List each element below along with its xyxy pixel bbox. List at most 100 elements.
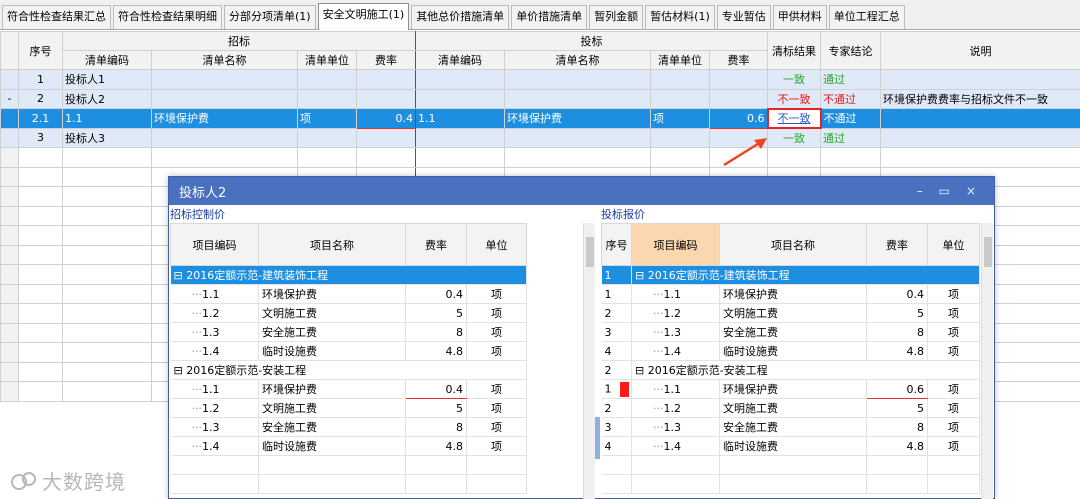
tab-7[interactable]: 暂估材料(1) bbox=[645, 5, 715, 29]
item-row[interactable]: 2 ···1.2 文明施工费 5 项 bbox=[601, 303, 980, 323]
item-row[interactable]: ···1.1 环境保护费 0.4 项 bbox=[170, 284, 527, 304]
item-name[interactable]: 安全施工费 bbox=[719, 322, 867, 342]
group-name[interactable]: ⊟ 2016定额示范-建筑装饰工程 bbox=[631, 265, 980, 285]
item-code[interactable]: ···1.1 bbox=[170, 284, 259, 304]
item-code[interactable]: ···1.3 bbox=[631, 322, 720, 342]
item-unit[interactable]: 项 bbox=[466, 398, 527, 418]
grid-corner[interactable] bbox=[0, 31, 19, 70]
item-row[interactable]: 4 ···1.4 临时设施费 4.8 项 bbox=[601, 436, 980, 456]
item-rate[interactable]: 8 bbox=[866, 417, 928, 437]
item-rate[interactable]: 0.4 bbox=[405, 379, 467, 399]
bid-rate-cell[interactable] bbox=[709, 88, 768, 109]
item-row[interactable]: ···1.4 临时设施费 4.8 项 bbox=[170, 436, 527, 456]
item-rate[interactable]: 5 bbox=[405, 303, 467, 323]
bid-unit-cell[interactable] bbox=[650, 127, 710, 148]
expert-conclusion[interactable]: 通过 bbox=[820, 127, 881, 148]
item-rate[interactable]: 4.8 bbox=[866, 341, 928, 361]
grid-row[interactable]: 3 投标人3 一致 通过 bbox=[0, 127, 1080, 148]
item-rate[interactable]: 4.8 bbox=[866, 436, 928, 456]
item-unit[interactable]: 项 bbox=[927, 436, 980, 456]
item-rate[interactable]: 5 bbox=[405, 398, 467, 418]
item-row[interactable]: ···1.2 文明施工费 5 项 bbox=[170, 398, 527, 418]
tender-unit-cell[interactable]: 项 bbox=[297, 108, 357, 129]
item-code[interactable]: ···1.1 bbox=[631, 284, 720, 304]
item-code[interactable]: ···1.4 bbox=[631, 341, 720, 361]
note-cell[interactable] bbox=[880, 108, 1080, 129]
tender-unit-cell[interactable] bbox=[297, 69, 357, 90]
item-code[interactable]: ···1.3 bbox=[631, 417, 720, 437]
item-unit[interactable]: 项 bbox=[927, 341, 980, 361]
item-name[interactable]: 安全施工费 bbox=[258, 417, 406, 437]
item-unit[interactable]: 项 bbox=[466, 303, 527, 323]
item-row[interactable]: 3 ···1.3 安全施工费 8 项 bbox=[601, 417, 980, 437]
item-name[interactable]: 临时设施费 bbox=[258, 436, 406, 456]
item-rate[interactable]: 4.8 bbox=[405, 341, 467, 361]
item-row[interactable]: 3 ···1.3 安全施工费 8 项 bbox=[601, 322, 980, 342]
tender-code-cell[interactable]: 1.1 bbox=[62, 108, 152, 129]
tab-1[interactable]: 符合性检查结果明细 bbox=[113, 5, 222, 29]
group-name[interactable]: ⊟ 2016定额示范-安装工程 bbox=[170, 360, 527, 380]
result-link[interactable]: 不一致 bbox=[767, 88, 821, 109]
item-rate[interactable]: 0.4 bbox=[866, 284, 928, 304]
tender-name-cell[interactable]: 环境保护费 bbox=[151, 108, 298, 129]
tab-3[interactable]: 安全文明施工(1) bbox=[317, 3, 410, 30]
row-expander[interactable] bbox=[0, 127, 19, 148]
grid-row[interactable]: 2.1 1.1 环境保护费项 0.4 1.1 环境保护费项 0.6 不一致 不通过 bbox=[0, 107, 1080, 129]
tab-10[interactable]: 单位工程汇总 bbox=[828, 5, 905, 29]
row-expander[interactable] bbox=[0, 69, 19, 90]
item-row[interactable]: 1 ···1.1 环境保护费 0.4 项 bbox=[601, 284, 980, 304]
item-code[interactable]: ···1.2 bbox=[631, 303, 720, 323]
item-rate[interactable]: 5 bbox=[866, 303, 928, 323]
dialog-title-bar[interactable]: 投标人2 – ▭ × bbox=[169, 177, 994, 205]
expert-conclusion[interactable]: 通过 bbox=[820, 69, 881, 90]
group-row[interactable]: 1 ⊟ 2016定额示范-建筑装饰工程 bbox=[601, 265, 980, 285]
item-unit[interactable]: 项 bbox=[466, 284, 527, 304]
bid-name-cell[interactable]: 环境保护费 bbox=[504, 108, 651, 129]
left-scrollbar[interactable] bbox=[583, 223, 595, 499]
minimize-icon[interactable]: – bbox=[917, 184, 923, 198]
item-row[interactable]: ···1.4 临时设施费 4.8 项 bbox=[170, 341, 527, 361]
item-row[interactable]: ···1.2 文明施工费 5 项 bbox=[170, 303, 527, 323]
item-rate[interactable]: 0.6 bbox=[866, 379, 928, 399]
item-name[interactable]: 环境保护费 bbox=[719, 284, 867, 304]
item-unit[interactable]: 项 bbox=[927, 417, 980, 437]
item-rate[interactable]: 4.8 bbox=[405, 436, 467, 456]
item-unit[interactable]: 项 bbox=[927, 303, 980, 323]
item-name[interactable]: 文明施工费 bbox=[258, 398, 406, 418]
bid-name-cell[interactable] bbox=[504, 88, 651, 109]
bid-unit-cell[interactable]: 项 bbox=[650, 108, 710, 129]
bid-unit-cell[interactable] bbox=[650, 88, 710, 109]
item-name[interactable]: 临时设施费 bbox=[258, 341, 406, 361]
item-rate[interactable]: 8 bbox=[405, 417, 467, 437]
item-row[interactable]: ···1.1 环境保护费 0.4 项 bbox=[170, 379, 527, 399]
maximize-icon[interactable]: ▭ bbox=[939, 184, 950, 198]
group-row[interactable]: 2 ⊟ 2016定额示范-安装工程 bbox=[601, 360, 980, 380]
tender-code-cell[interactable]: 投标人3 bbox=[62, 127, 152, 148]
note-cell[interactable]: 环境保护费费率与招标文件不一致 bbox=[880, 88, 1080, 109]
tab-0[interactable]: 符合性检查结果汇总 bbox=[2, 5, 111, 29]
item-rate[interactable]: 0.4 bbox=[405, 284, 467, 304]
item-code[interactable]: ···1.3 bbox=[170, 322, 259, 342]
item-row[interactable]: 1 ···1.1 环境保护费 0.6 项 bbox=[601, 379, 980, 399]
bid-rate-cell[interactable] bbox=[709, 69, 768, 90]
group-row[interactable]: ⊟ 2016定额示范-安装工程 bbox=[170, 360, 527, 380]
result-link[interactable]: 一致 bbox=[767, 69, 821, 90]
note-cell[interactable] bbox=[880, 127, 1080, 148]
bid-code-cell[interactable]: 1.1 bbox=[415, 108, 505, 129]
result-link[interactable]: 一致 bbox=[767, 127, 821, 148]
tender-name-cell[interactable] bbox=[151, 69, 298, 90]
item-name[interactable]: 环境保护费 bbox=[258, 379, 406, 399]
tab-2[interactable]: 分部分项清单(1) bbox=[224, 5, 316, 29]
item-name[interactable]: 安全施工费 bbox=[258, 322, 406, 342]
grid-row[interactable]: 1 投标人1 一致 通过 bbox=[0, 69, 1080, 90]
row-expander[interactable] bbox=[0, 108, 19, 129]
bid-code-cell[interactable] bbox=[415, 69, 505, 90]
bid-name-cell[interactable] bbox=[504, 127, 651, 148]
item-code[interactable]: ···1.4 bbox=[170, 341, 259, 361]
item-rate[interactable]: 8 bbox=[405, 322, 467, 342]
item-unit[interactable]: 项 bbox=[466, 417, 527, 437]
tender-name-cell[interactable] bbox=[151, 127, 298, 148]
item-name[interactable]: 环境保护费 bbox=[258, 284, 406, 304]
bid-unit-cell[interactable] bbox=[650, 69, 710, 90]
bid-code-cell[interactable] bbox=[415, 88, 505, 109]
